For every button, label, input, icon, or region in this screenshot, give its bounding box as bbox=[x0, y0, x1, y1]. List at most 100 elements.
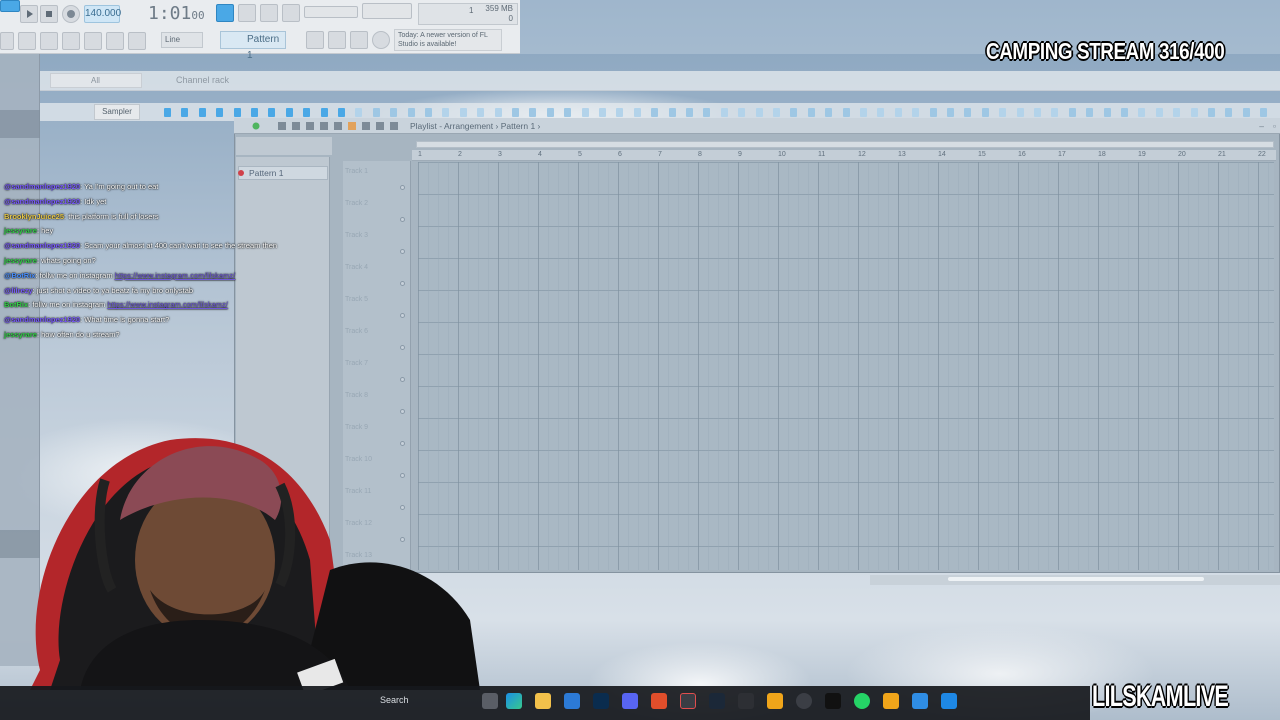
step-button[interactable] bbox=[964, 108, 972, 117]
step-button[interactable] bbox=[442, 108, 450, 117]
track-label[interactable]: Track 2 bbox=[345, 200, 368, 207]
overdub-button[interactable] bbox=[328, 31, 346, 49]
step-button[interactable] bbox=[807, 108, 815, 117]
mute-tool-icon[interactable] bbox=[320, 122, 328, 130]
fl-studio-icon[interactable] bbox=[767, 693, 783, 709]
step-button[interactable] bbox=[633, 108, 641, 117]
mixer-toggle[interactable] bbox=[84, 32, 102, 50]
step-button[interactable] bbox=[668, 108, 676, 117]
blend-notes-button[interactable] bbox=[350, 31, 368, 49]
step-button[interactable] bbox=[1208, 108, 1215, 117]
channel-filter[interactable]: All bbox=[50, 73, 142, 88]
chat-username[interactable]: @lilrezy bbox=[4, 286, 33, 295]
discord-icon[interactable] bbox=[622, 693, 638, 709]
minimize-icon[interactable]: – bbox=[1259, 118, 1264, 134]
track-mute-icon[interactable] bbox=[400, 345, 405, 350]
step-button[interactable] bbox=[999, 108, 1007, 117]
step-button[interactable] bbox=[320, 108, 328, 117]
step-button[interactable] bbox=[1138, 108, 1146, 117]
step-button[interactable] bbox=[1260, 108, 1268, 117]
step-button[interactable] bbox=[1225, 108, 1233, 117]
track-label[interactable]: Track 3 bbox=[345, 232, 368, 239]
track-mute-icon[interactable] bbox=[400, 409, 405, 414]
step-button[interactable] bbox=[773, 108, 780, 117]
horizontal-scrollbar[interactable] bbox=[416, 141, 1274, 148]
step-button[interactable] bbox=[616, 108, 624, 117]
step-button[interactable] bbox=[198, 108, 206, 117]
chat-link[interactable]: https://www.instagram.com/lilskamz/ bbox=[115, 271, 235, 280]
store-icon[interactable] bbox=[564, 693, 580, 709]
plugin-picker-toggle[interactable] bbox=[106, 32, 124, 50]
step-button[interactable] bbox=[981, 108, 989, 117]
step-button[interactable] bbox=[338, 108, 345, 117]
step-button[interactable] bbox=[303, 108, 311, 117]
step-button[interactable] bbox=[1086, 108, 1094, 117]
chat-username[interactable]: @sandmanlopez1920 bbox=[4, 182, 80, 191]
step-button[interactable] bbox=[842, 108, 850, 117]
step-button[interactable] bbox=[790, 108, 798, 117]
step-button[interactable] bbox=[1103, 108, 1111, 117]
step-button[interactable] bbox=[512, 108, 519, 117]
steam-icon[interactable] bbox=[709, 693, 725, 709]
browser-section[interactable] bbox=[0, 110, 40, 138]
channel-rack-toggle[interactable] bbox=[62, 32, 80, 50]
step-button[interactable] bbox=[546, 108, 554, 117]
copilot-icon[interactable] bbox=[506, 693, 522, 709]
sampler-channel-button[interactable]: Sampler bbox=[94, 104, 140, 120]
touch-controller-toggle[interactable] bbox=[128, 32, 146, 50]
chat-link[interactable]: https://www.instagram.com/lilskamz/ bbox=[107, 300, 227, 309]
step-button[interactable] bbox=[1190, 108, 1198, 117]
step-button[interactable] bbox=[268, 108, 276, 117]
step-button[interactable] bbox=[529, 108, 537, 117]
piano-roll-toggle[interactable] bbox=[40, 32, 58, 50]
playback-tool-icon[interactable] bbox=[390, 122, 398, 130]
track-label[interactable]: Track 8 bbox=[345, 392, 368, 399]
news-panel[interactable]: Today: A newer version of FL Studio is a… bbox=[394, 29, 502, 51]
fl-studio-icon-2[interactable] bbox=[883, 693, 899, 709]
step-button[interactable] bbox=[686, 108, 693, 117]
step-button[interactable] bbox=[181, 108, 189, 117]
step-button[interactable] bbox=[1034, 108, 1041, 117]
slip-tool-icon[interactable] bbox=[334, 122, 342, 130]
paint-tool-icon[interactable] bbox=[292, 122, 300, 130]
snap-selector[interactable]: Line bbox=[161, 32, 203, 48]
step-button[interactable] bbox=[1242, 108, 1250, 117]
stop-button[interactable] bbox=[40, 5, 58, 23]
master-volume-slider[interactable] bbox=[304, 6, 358, 18]
menu-button[interactable] bbox=[0, 0, 20, 12]
step-button[interactable] bbox=[251, 108, 258, 117]
step-button[interactable] bbox=[1155, 108, 1163, 117]
photoshop-icon[interactable] bbox=[593, 693, 609, 709]
step-button[interactable] bbox=[1051, 108, 1059, 117]
track-mute-icon[interactable] bbox=[400, 313, 405, 318]
file-explorer-icon[interactable] bbox=[535, 693, 551, 709]
step-button[interactable] bbox=[599, 108, 606, 117]
track-label[interactable]: Track 6 bbox=[345, 328, 368, 335]
arrangement-grid[interactable] bbox=[418, 162, 1274, 570]
step-button[interactable] bbox=[912, 108, 920, 117]
scrollbar-thumb[interactable] bbox=[948, 577, 1204, 581]
track-label[interactable]: Track 4 bbox=[345, 264, 368, 271]
step-button[interactable] bbox=[755, 108, 763, 117]
chat-username[interactable]: BrooklynJuice25 bbox=[4, 212, 64, 221]
step-button[interactable] bbox=[216, 108, 224, 117]
step-button[interactable] bbox=[459, 108, 467, 117]
snap-icon[interactable] bbox=[252, 122, 260, 130]
step-button[interactable] bbox=[929, 108, 937, 117]
loop-record-button[interactable] bbox=[260, 4, 278, 22]
chat-username[interactable]: jessyrare bbox=[4, 256, 37, 265]
track-mute-icon[interactable] bbox=[400, 249, 405, 254]
playlist-breadcrumb[interactable]: Playlist - Arrangement › Pattern 1 › bbox=[410, 118, 540, 134]
capcut-icon[interactable] bbox=[825, 693, 841, 709]
taskbar-search[interactable]: Search bbox=[380, 695, 409, 705]
step-button[interactable] bbox=[355, 108, 363, 117]
delete-tool-icon[interactable] bbox=[306, 122, 314, 130]
step-button[interactable] bbox=[720, 108, 728, 117]
track-mute-icon[interactable] bbox=[400, 281, 405, 286]
app-icon[interactable] bbox=[738, 693, 754, 709]
browser-toggle[interactable] bbox=[0, 32, 14, 50]
select-tool-icon[interactable] bbox=[362, 122, 370, 130]
app-icon-2[interactable] bbox=[796, 693, 812, 709]
step-button[interactable] bbox=[1173, 108, 1181, 117]
step-button[interactable] bbox=[1016, 108, 1024, 117]
